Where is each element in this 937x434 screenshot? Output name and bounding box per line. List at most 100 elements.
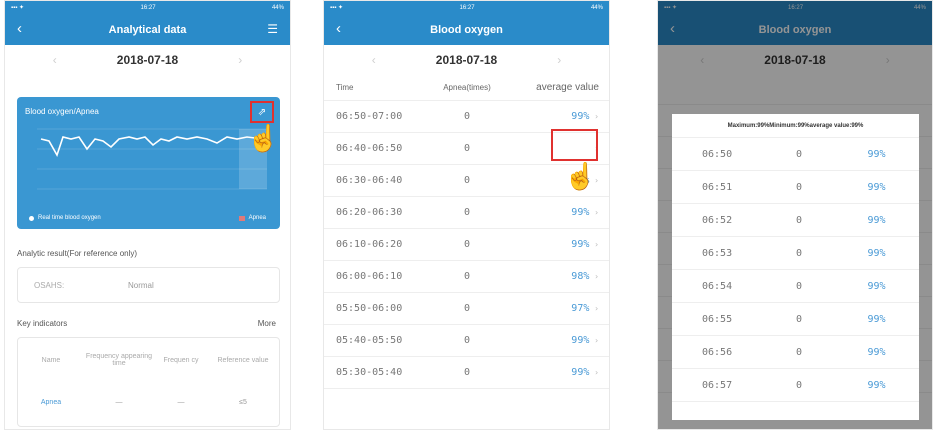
table-row[interactable]: 05:50-06:00 0 97% › [324, 293, 609, 325]
row-average-value: 99% [571, 335, 590, 346]
legend-apnea: Apnea [238, 215, 266, 221]
popup-row-apnea: 0 [795, 148, 803, 160]
menu-icon[interactable]: ☰ [267, 22, 278, 36]
tap-hand-icon: ☝ [247, 123, 280, 153]
row-average[interactable]: 97% › [513, 303, 609, 314]
chevron-right-icon: › [589, 272, 599, 281]
header-average: average value [536, 82, 599, 93]
row-time: 06:00-06:10 [336, 271, 403, 282]
popup-row-average: 99% [867, 181, 886, 193]
result-key: OSAHS: [34, 280, 65, 290]
ind-header-name: Name [41, 356, 61, 364]
ind-ref: ≤5 [239, 398, 247, 406]
table-row[interactable]: 06:20-06:30 0 99% › [324, 197, 609, 229]
blood-oxygen-detail-screen: ▪▪▪ ✦ 16:27 44% ‹ Blood oxygen ‹ 2018-07… [657, 0, 933, 430]
popup-row: 06:55 0 99% [672, 303, 919, 336]
row-average[interactable]: 99% › [513, 335, 609, 346]
popup-row-average: 99% [867, 214, 886, 226]
prev-date-icon[interactable]: ‹ [372, 53, 376, 67]
popup-row-time: 06:50 [702, 148, 733, 160]
more-link[interactable]: More [258, 319, 276, 328]
row-average[interactable]: 99% › [513, 207, 609, 218]
share-icon: ⇗ [257, 106, 267, 118]
page-title: Blood oxygen [430, 23, 503, 36]
prev-date-icon[interactable]: ‹ [53, 53, 57, 67]
popup-row-average: 99% [867, 280, 886, 292]
ind-header-freq-time: Frequency appearing time [85, 353, 153, 367]
chevron-right-icon: › [589, 304, 599, 313]
indicator-row: Apnea — — ≤5 [18, 382, 279, 422]
blood-oxygen-chart-card[interactable]: Blood oxygen/Apnea ⇗ Real time blood oxy… [17, 97, 280, 229]
row-average-value: 99% [571, 239, 590, 250]
result-value: Normal [128, 280, 154, 290]
ind-freq-time: — [115, 398, 123, 406]
nav-bar: ‹ Blood oxygen [324, 14, 609, 45]
row-average[interactable]: 98% › [513, 271, 609, 282]
popup-row-time: 06:55 [702, 313, 733, 325]
spo2-line-chart [37, 128, 267, 190]
chart-title: Blood oxygen/Apnea [25, 107, 99, 116]
battery-indicator: 44% [271, 4, 284, 11]
popup-row-apnea: 0 [795, 214, 803, 226]
popup-row-average: 99% [867, 379, 886, 391]
next-date-icon[interactable]: › [238, 53, 242, 67]
popup-summary: Maximum:99%Minimum:99%average value:99% [672, 114, 919, 138]
popup-row: 06:53 0 99% [672, 237, 919, 270]
tap-hand-icon: ☝ [564, 161, 597, 191]
row-time: 06:20-06:30 [336, 207, 403, 218]
back-icon[interactable]: ‹ [17, 20, 22, 37]
ind-header-ref: Reference value [217, 356, 269, 364]
popup-row: 06:54 0 99% [672, 270, 919, 303]
current-date: 2018-07-18 [116, 53, 179, 67]
popup-row-time: 06:52 [702, 214, 733, 226]
row-apnea: 0 [463, 175, 471, 186]
table-row[interactable]: 05:30-05:40 0 99% › [324, 357, 609, 389]
row-time: 06:10-06:20 [336, 239, 403, 250]
indicator-header-row: Name Frequency appearing time Frequen cy… [18, 338, 279, 382]
row-time: 05:30-05:40 [336, 367, 403, 378]
result-card: OSAHS: Normal [17, 267, 280, 303]
row-average[interactable]: 99% › [513, 239, 609, 250]
row-time: 06:40-06:50 [336, 143, 403, 154]
ind-freq: — [177, 398, 185, 406]
popup-row-time: 06:57 [702, 379, 733, 391]
chevron-right-icon: › [589, 208, 599, 217]
table-row[interactable]: 05:40-05:50 0 99% › [324, 325, 609, 357]
detail-popup: Maximum:99%Minimum:99%average value:99% … [672, 114, 919, 420]
nav-bar: ‹ Analytical data ☰ [5, 14, 290, 45]
row-average-value: 97% [571, 303, 590, 314]
table-row[interactable]: 06:10-06:20 0 99% › [324, 229, 609, 261]
legend-dot-icon [29, 215, 34, 221]
ind-name: Apnea [40, 398, 62, 406]
popup-row-apnea: 0 [795, 247, 803, 259]
popup-row-apnea: 0 [795, 181, 803, 193]
chevron-right-icon: › [589, 336, 599, 345]
row-apnea: 0 [463, 207, 471, 218]
header-time: Time [336, 83, 354, 92]
analytical-data-screen: ▪▪▪ ✦ 16:27 44% ‹ Analytical data ☰ ‹ 20… [4, 0, 291, 430]
signal-icon: ▪▪▪ ✦ [330, 5, 344, 11]
row-time: 05:50-06:00 [336, 303, 403, 314]
table-row[interactable]: 06:00-06:10 0 98% › [324, 261, 609, 293]
row-apnea: 0 [463, 111, 471, 122]
row-average[interactable]: 99% › [513, 367, 609, 378]
next-date-icon[interactable]: › [557, 53, 561, 67]
row-apnea: 0 [463, 143, 471, 154]
row-apnea: 0 [463, 335, 471, 346]
row-time: 05:40-05:50 [336, 335, 403, 346]
popup-row-time: 06:56 [702, 346, 733, 358]
popup-row: 06:52 0 99% [672, 204, 919, 237]
back-icon[interactable]: ‹ [336, 20, 341, 37]
indicators-card: Name Frequency appearing time Frequen cy… [17, 337, 280, 427]
popup-row: 06:51 0 99% [672, 171, 919, 204]
row-time: 06:50-07:00 [336, 111, 403, 122]
signal-icon: ▪▪▪ ✦ [11, 5, 25, 11]
popup-row-time: 06:54 [702, 280, 733, 292]
legend-spo2: Real time blood oxygen [29, 215, 101, 221]
popup-row-apnea: 0 [795, 379, 803, 391]
header-apnea: Apnea(times) [443, 83, 491, 92]
popup-table: 06:50 0 99% 06:51 0 99% 06:52 0 99% 06:53 0 99% 06:5… [672, 138, 919, 402]
row-average[interactable]: 99% › [513, 111, 609, 122]
analytic-result-label: Analytic result(For reference only) [17, 249, 138, 258]
popup-row-apnea: 0 [795, 346, 803, 358]
